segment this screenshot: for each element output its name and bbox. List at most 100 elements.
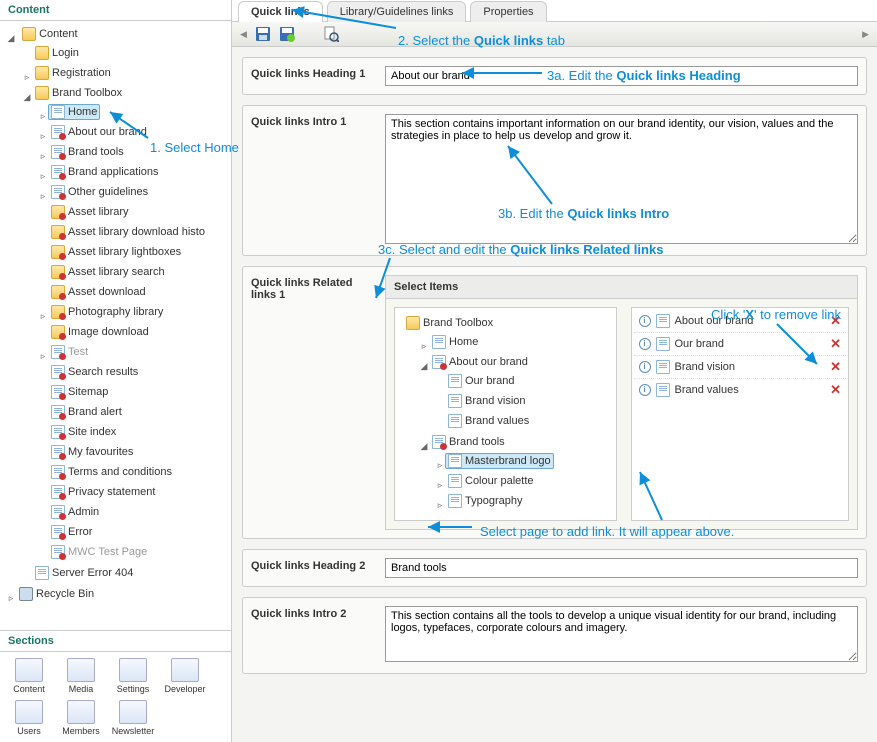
tree-item-brand-toolbox[interactable]: Brand Toolbox (32, 85, 125, 101)
toggle-icon[interactable]: ▹ (38, 132, 48, 142)
remove-icon[interactable]: ✕ (830, 336, 841, 352)
info-icon[interactable]: i (639, 338, 651, 350)
info-icon[interactable]: i (639, 384, 651, 396)
remove-icon[interactable]: ✕ (830, 359, 841, 375)
tree-label: Brand alert (68, 406, 122, 418)
tree-item-mwc-test-page[interactable]: MWC Test Page (48, 544, 150, 560)
tree-item-error[interactable]: Error (48, 524, 95, 540)
selected-item-label: About our brand (675, 315, 754, 327)
tree-item-asset-library[interactable]: Asset library (48, 204, 132, 220)
heading-1-input[interactable] (385, 66, 858, 86)
scroll-right-icon[interactable]: ▶ (862, 29, 869, 40)
info-icon[interactable]: i (639, 361, 651, 373)
mini-tree[interactable]: Brand Toolbox ▹Home ◢About our brand ▹Ou… (394, 307, 617, 521)
toggle-icon[interactable]: ◢ (419, 362, 429, 372)
tree-item-image-download[interactable]: Image download (48, 324, 152, 340)
toggle-icon[interactable]: ◢ (6, 34, 16, 44)
scroll-left-icon[interactable]: ◀ (240, 29, 247, 40)
page-icon (51, 545, 65, 559)
toggle-icon[interactable]: ▹ (38, 112, 48, 122)
section-media[interactable]: Media (58, 658, 104, 694)
tree-item-asset-library-search[interactable]: Asset library search (48, 264, 168, 280)
info-icon[interactable]: i (639, 315, 651, 327)
tree-item-recycle-bin[interactable]: Recycle Bin (16, 586, 97, 602)
intro-1-textarea[interactable]: This section contains important informat… (385, 114, 858, 244)
tree-item-sitemap[interactable]: Sitemap (48, 384, 111, 400)
tree-item-asset-library-lightboxes[interactable]: Asset library lightboxes (48, 244, 184, 260)
tree-item-my-favourites[interactable]: My favourites (48, 444, 136, 460)
tree-label: Colour palette (465, 475, 534, 487)
mini-tree-brand-tools[interactable]: Brand tools (429, 434, 508, 450)
form-area: Quick links Heading 1 Quick links Intro … (232, 47, 877, 742)
mini-tree-typography[interactable]: Typography (445, 493, 525, 509)
tree-item-test[interactable]: Test (48, 344, 91, 360)
mini-tree-brand-values[interactable]: Brand values (445, 413, 532, 429)
mini-tree-home[interactable]: Home (429, 334, 481, 350)
toggle-icon[interactable]: ▹ (38, 312, 48, 322)
selected-item-row: i Brand values ✕ (634, 379, 847, 401)
section-content[interactable]: Content (6, 658, 52, 694)
tree-item-brand-applications[interactable]: Brand applications (48, 164, 162, 180)
toggle-icon[interactable]: ▹ (38, 352, 48, 362)
mini-tree-brand-vision[interactable]: Brand vision (445, 393, 529, 409)
mini-tree-our-brand[interactable]: Our brand (445, 373, 518, 389)
tree-item-terms-conditions[interactable]: Terms and conditions (48, 464, 175, 480)
mini-tree-about-brand[interactable]: About our brand (429, 354, 531, 370)
page-icon (51, 165, 65, 179)
tree-label: Home (449, 336, 478, 348)
field-label: Quick links Intro 2 (251, 606, 373, 665)
tree-item-search-results[interactable]: Search results (48, 364, 141, 380)
folder-icon (35, 46, 49, 60)
tab-properties[interactable]: Properties (470, 1, 546, 22)
tree-item-site-index[interactable]: Site index (48, 424, 119, 440)
tree-item-asset-download[interactable]: Asset download (48, 284, 149, 300)
toggle-icon[interactable]: ◢ (22, 93, 32, 103)
toggle-icon[interactable]: ▹ (419, 342, 429, 352)
tree-item-registration[interactable]: Registration (32, 65, 114, 81)
section-users[interactable]: Users (6, 700, 52, 736)
tree-item-brand-tools[interactable]: Brand tools (48, 144, 127, 160)
section-label: Newsletter (112, 726, 155, 736)
tree-item-login[interactable]: Login (32, 45, 82, 61)
heading-2-input[interactable] (385, 558, 858, 578)
toggle-icon[interactable]: ▹ (22, 73, 32, 83)
tree-item-other-guidelines[interactable]: Other guidelines (48, 184, 151, 200)
page-icon (51, 525, 65, 539)
tree-item-brand-alert[interactable]: Brand alert (48, 404, 125, 420)
toggle-icon[interactable]: ▹ (38, 192, 48, 202)
tree-root-content[interactable]: Content (19, 26, 81, 42)
page-icon (448, 374, 462, 388)
tree-item-privacy-statement[interactable]: Privacy statement (48, 484, 158, 500)
section-settings[interactable]: Settings (110, 658, 156, 694)
tree-item-admin[interactable]: Admin (48, 504, 102, 520)
toggle-icon[interactable]: ▹ (435, 461, 445, 471)
save-icon[interactable] (255, 26, 271, 42)
toggle-icon[interactable]: ▹ (38, 152, 48, 162)
remove-icon[interactable]: ✕ (830, 313, 841, 329)
section-developer[interactable]: Developer (162, 658, 208, 694)
save-publish-icon[interactable] (279, 26, 295, 42)
mini-tree-colour-palette[interactable]: Colour palette (445, 473, 537, 489)
tree-item-server-error[interactable]: Server Error 404 (32, 565, 136, 581)
folder-icon (35, 86, 49, 100)
toggle-icon[interactable]: ▹ (435, 501, 445, 511)
toggle-icon[interactable]: ▹ (38, 172, 48, 182)
toggle-icon[interactable]: ▹ (6, 594, 16, 604)
section-members[interactable]: Members (58, 700, 104, 736)
remove-icon[interactable]: ✕ (830, 382, 841, 398)
tree-item-about-brand[interactable]: About our brand (48, 124, 150, 140)
toggle-icon[interactable]: ◢ (419, 442, 429, 452)
tree-item-photography-library[interactable]: Photography library (48, 304, 166, 320)
mini-tree-brand-toolbox[interactable]: Brand Toolbox (403, 315, 496, 331)
mini-tree-masterbrand-logo[interactable]: Masterbrand logo (445, 453, 554, 469)
tree-item-asset-library-download-history[interactable]: Asset library download histo (48, 224, 208, 240)
toggle-icon[interactable]: ▹ (435, 481, 445, 491)
preview-icon[interactable] (323, 26, 339, 42)
content-tree[interactable]: ◢ Content ▹Login ▹Registration ◢Brand To… (0, 21, 231, 630)
tab-library-guidelines[interactable]: Library/Guidelines links (327, 1, 467, 22)
intro-2-textarea[interactable]: This section contains all the tools to d… (385, 606, 858, 662)
section-newsletter[interactable]: Newsletter (110, 700, 156, 736)
tree-item-home[interactable]: Home (48, 104, 100, 120)
tab-quick-links[interactable]: Quick links (238, 1, 323, 22)
left-sidebar: Content ◢ Content ▹Login ▹Registration ◢… (0, 0, 232, 742)
